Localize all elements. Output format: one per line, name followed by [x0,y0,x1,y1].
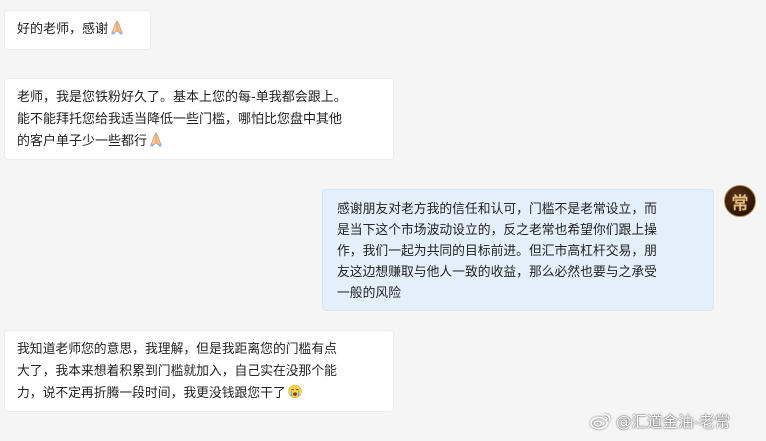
message-line: 友这边想赚取与他人一致的收益，那么必然也要与之承受 [337,265,657,280]
message-line: 力，说不定再折腾一段时间，我更没钱跟您干了 [17,383,381,405]
message-bubble-incoming: 好的老师，感谢 [4,10,151,50]
avatar-char: 常 [731,193,749,214]
message-line: 作，我们一起为共同的目标前进。但汇市高杠杆交易，朋 [337,244,657,259]
message-bubble-outgoing: 感谢朋友对老方我的信任和认可，门槛不是老常设立，而 是当下这个市场波动设立的，反… [322,189,714,311]
avatar[interactable]: 常 [724,185,756,217]
message-line: 老师，我是您铁粉好久了。基本上您的每-单我都会跟上。 [17,90,347,105]
message-bubble-incoming: 我知道老师您的意思，我理解，但是我距离您的门槛有点 大了，我本来想着积累到门槛就… [4,330,394,412]
weibo-icon [590,413,611,430]
message-line: 大了，我本来想着积累到门槛就加入，自己实在没那个能 [17,364,337,379]
crying-face-icon [288,384,302,399]
message-line: 是当下这个市场波动设立的，反之老常也希望你们跟上操 [337,223,657,238]
watermark: @汇道金油-老常 [590,409,730,433]
message-line: 好的老师，感谢 [17,19,138,41]
message-line: 的客户单子少一些都行 [17,131,381,153]
message-line: 感谢朋友对老方我的信任和认可，门槛不是老常设立，而 [337,202,657,217]
message-line: 一般的风险 [337,286,401,301]
watermark-text: @汇道金油-老常 [616,413,731,431]
folded-hands-icon [150,132,162,147]
message-bubble-incoming: 老师，我是您铁粉好久了。基本上您的每-单我都会跟上。 能不能拜托您给我适当降低一… [4,78,394,160]
message-line: 能不能拜托您给我适当降低一些门槛，哪怕比您盘中其他 [17,112,343,127]
folded-hands-icon [111,20,123,35]
message-line: 我知道老师您的意思，我理解，但是我距离您的门槛有点 [17,342,337,357]
